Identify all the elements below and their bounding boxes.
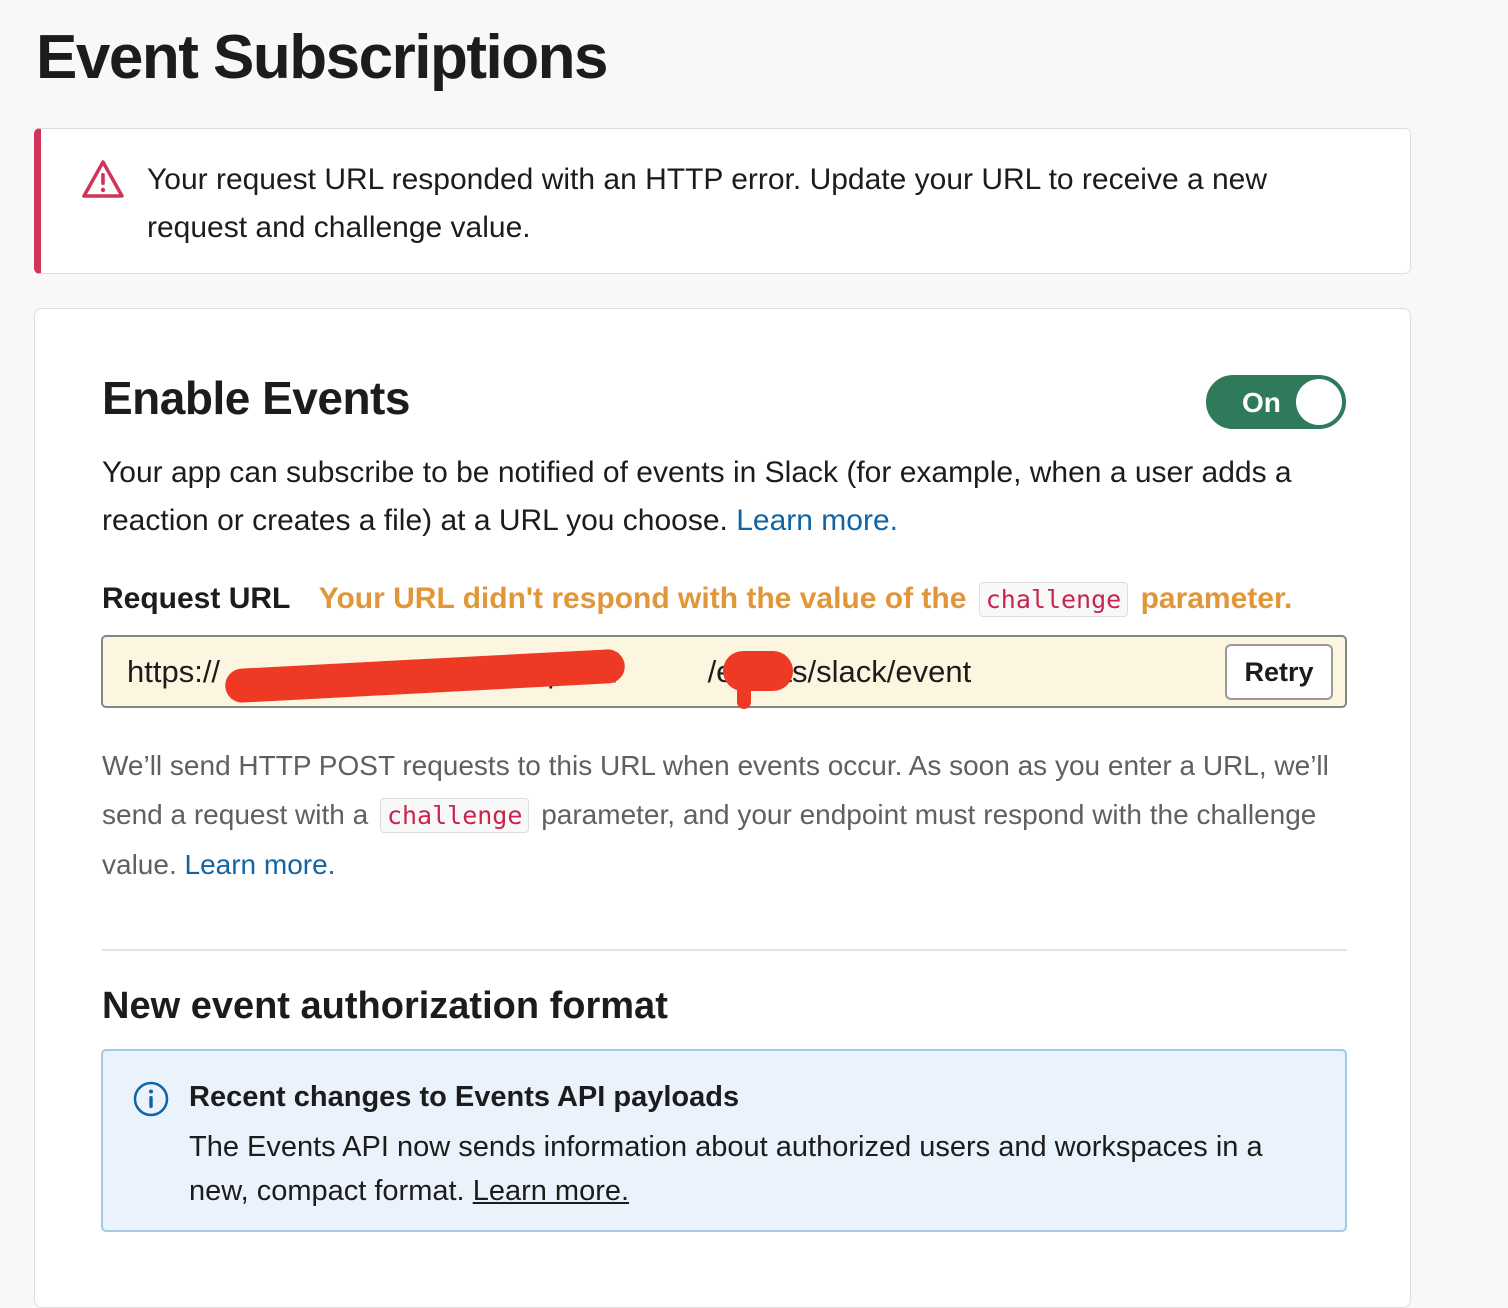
request-url-field: Retry xyxy=(101,635,1347,709)
error-alert: Your request URL responded with an HTTP … xyxy=(34,128,1411,274)
redaction-mark xyxy=(723,651,793,691)
alert-message: Your request URL responded with an HTTP … xyxy=(147,163,1268,244)
toggle-label: On xyxy=(1242,387,1281,418)
enable-events-title: Enable Events xyxy=(102,372,410,424)
learn-more-link[interactable]: Learn more. xyxy=(736,504,898,537)
error-prefix: Your URL didn't respond with the value o… xyxy=(318,582,967,615)
request-url-label: Request URL xyxy=(102,582,291,615)
info-body-text: The Events API now sends information abo… xyxy=(189,1131,1263,1207)
request-url-error: Your URL didn't respond with the value o… xyxy=(318,582,1293,617)
info-title: Recent changes to Events API payloads xyxy=(189,1081,740,1113)
warning-triangle-icon xyxy=(82,160,124,198)
learn-more-link[interactable]: Learn more. xyxy=(185,849,336,880)
learn-more-link[interactable]: Learn more. xyxy=(473,1175,629,1207)
redaction-mark xyxy=(737,667,751,709)
enable-events-toggle[interactable]: On xyxy=(1206,375,1346,429)
retry-button[interactable]: Retry xyxy=(1225,644,1333,700)
info-body: The Events API now sends information abo… xyxy=(189,1125,1309,1213)
info-callout: Recent changes to Events API payloads Th… xyxy=(101,1049,1347,1232)
challenge-code: challenge xyxy=(978,582,1129,617)
settings-card: Enable Events On Your app can subscribe … xyxy=(34,308,1411,1308)
toggle-knob xyxy=(1296,379,1342,425)
description-text: Your app can subscribe to be notified of… xyxy=(102,456,1292,537)
authorization-title: New event authorization format xyxy=(102,985,668,1027)
request-url-header: Request URL Your URL didn't respond with… xyxy=(102,579,1352,620)
challenge-code: challenge xyxy=(379,798,530,833)
page-title: Event Subscriptions xyxy=(36,23,608,92)
request-url-help: We’ll send HTTP POST requests to this UR… xyxy=(102,741,1362,889)
section-divider xyxy=(102,949,1347,951)
enable-events-description: Your app can subscribe to be notified of… xyxy=(102,449,1362,545)
error-suffix: parameter. xyxy=(1140,582,1293,615)
info-circle-icon xyxy=(133,1081,169,1117)
